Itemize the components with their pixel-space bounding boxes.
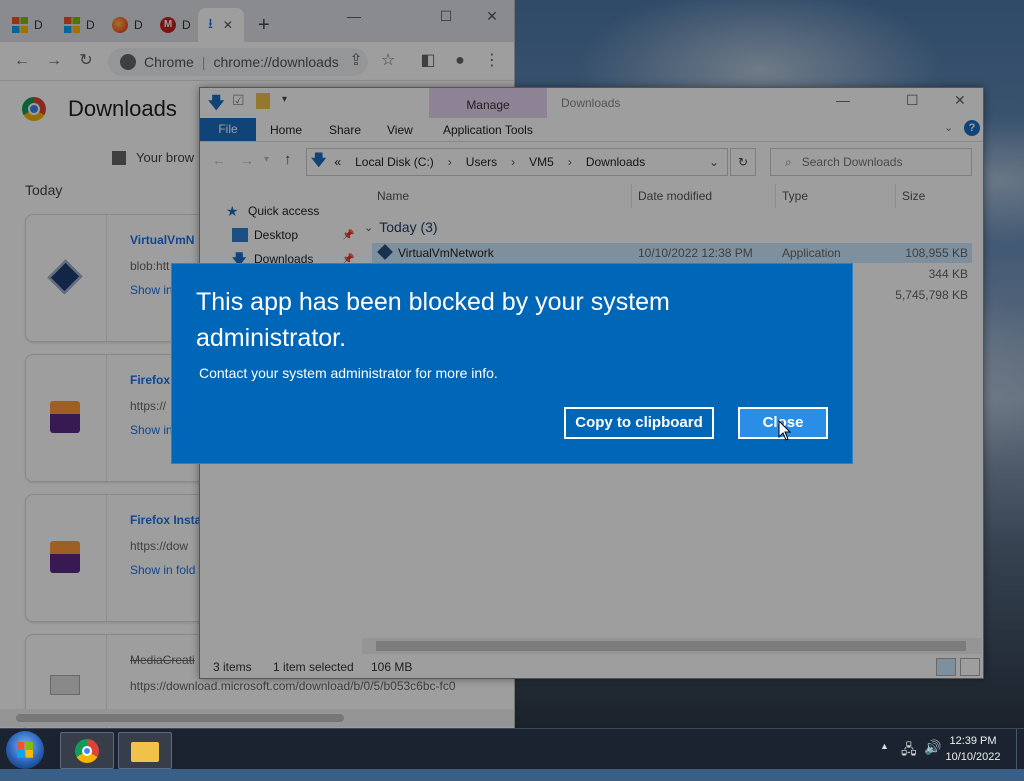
system-clock[interactable]: 12:39 PM 10/10/2022 [942,733,1004,765]
taskbar-file-explorer[interactable] [118,732,172,769]
app-blocked-dialog: This app has been blocked by your system… [172,264,852,463]
taskbar-chrome[interactable] [60,732,114,769]
show-desktop-button[interactable] [1016,729,1024,769]
folder-icon [131,742,159,762]
dialog-message: Contact your system administrator for mo… [199,365,498,381]
show-hidden-icons-icon[interactable]: ▲ [880,741,889,781]
dialog-title: This app has been blocked by your system… [196,288,670,352]
volume-icon[interactable]: 🔊 [924,739,941,779]
clock-date: 10/10/2022 [945,751,1001,763]
mouse-cursor-icon [778,420,792,441]
taskbar: ▲ 🖧 🔊 12:39 PM 10/10/2022 [0,728,1024,769]
copy-to-clipboard-button[interactable]: Copy to clipboard [564,407,714,439]
chrome-icon [75,739,99,763]
start-button[interactable] [6,731,44,769]
clock-time: 12:39 PM [949,735,997,747]
network-icon[interactable]: 🖧 [901,739,917,779]
